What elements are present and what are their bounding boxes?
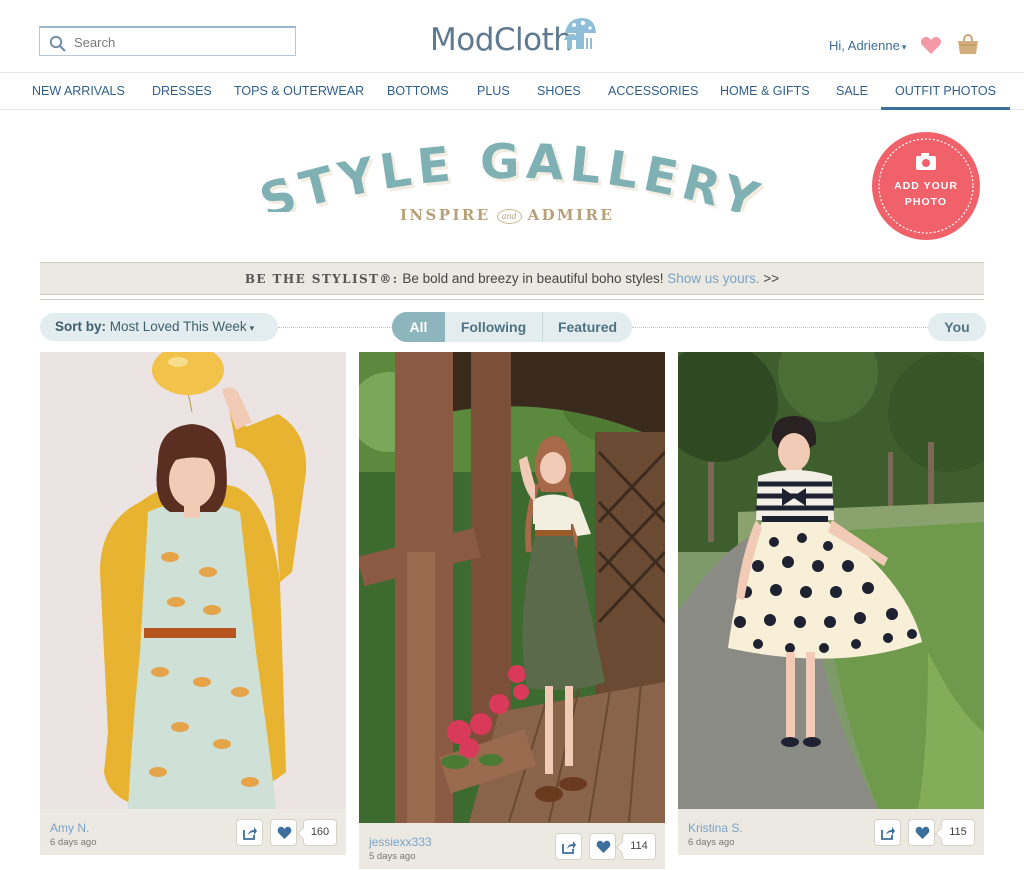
- you-filter-button[interactable]: You: [928, 313, 986, 341]
- nav-outfit-photos[interactable]: OUTFIT PHOTOS: [881, 73, 1010, 110]
- search-icon: [49, 35, 66, 52]
- nav-home-gifts[interactable]: HOME & GIFTS: [720, 73, 810, 110]
- svg-text:STYLE GALLERY: STYLE GALLERY: [254, 134, 771, 212]
- banner-lead: BE THE STYLIST®:: [244, 272, 399, 286]
- user-greeting: Hi, Adrienne: [829, 38, 900, 53]
- search-input[interactable]: [74, 33, 284, 51]
- share-button[interactable]: [874, 819, 901, 846]
- dotted-divider: [278, 327, 392, 328]
- nav-shoes[interactable]: SHOES: [537, 73, 581, 110]
- love-button[interactable]: [589, 833, 616, 860]
- modcloth-logo[interactable]: ModCloth: [430, 16, 600, 62]
- post-age: 5 days ago: [369, 851, 416, 862]
- heart-icon: [915, 826, 930, 839]
- site-header: ModCloth Hi, Adrienne▾: [0, 0, 1024, 72]
- user-menu[interactable]: Hi, Adrienne ▾: [829, 38, 906, 53]
- chevron-down-icon: ▾: [249, 323, 255, 333]
- author-link[interactable]: Kristina S.: [688, 821, 743, 835]
- nav-accessories[interactable]: ACCESSORIES: [608, 73, 698, 110]
- stylist-banner: BE THE STYLIST®: Be bold and breezy in b…: [40, 262, 984, 295]
- photo-woman-green-skirt-porch: [359, 352, 665, 823]
- share-icon: [881, 827, 895, 840]
- tab-following[interactable]: Following: [445, 312, 542, 342]
- filter-tabs: All Following Featured: [392, 312, 632, 342]
- divider: [40, 299, 984, 300]
- share-icon: [562, 841, 576, 854]
- share-button[interactable]: [555, 833, 582, 860]
- search-box[interactable]: [39, 26, 296, 56]
- chevron-down-icon: ▾: [901, 42, 907, 52]
- card-footer: Kristina S. 6 days ago 115: [678, 809, 984, 855]
- tagline-right: ADMIRE: [527, 206, 615, 224]
- love-count: 114: [622, 833, 656, 860]
- nav-plus[interactable]: PLUS: [477, 73, 510, 110]
- main-nav: NEW ARRIVALS DRESSES TOPS & OUTERWEAR BO…: [0, 72, 1024, 110]
- share-icon: [243, 827, 257, 840]
- show-us-yours-link[interactable]: Show us yours.: [667, 271, 759, 286]
- card-footer: jessiexx333 5 days ago 114: [359, 823, 665, 869]
- dotted-divider: [632, 327, 928, 328]
- sort-label: Sort by:: [55, 319, 107, 334]
- love-button[interactable]: [270, 819, 297, 846]
- tab-featured[interactable]: Featured: [543, 312, 632, 342]
- author-link[interactable]: jessiexx333: [369, 835, 432, 849]
- outfit-photo[interactable]: [40, 352, 346, 809]
- banner-arrows: >>: [759, 271, 780, 286]
- photo-woman-yellow-cardigan: [40, 352, 346, 809]
- love-button[interactable]: [908, 819, 935, 846]
- nav-dresses[interactable]: DRESSES: [152, 73, 212, 110]
- tagline: INSPIRE and ADMIRE: [400, 206, 614, 224]
- outfit-photo[interactable]: [678, 352, 984, 809]
- tagline-left: INSPIRE: [400, 206, 491, 224]
- heart-icon: [277, 826, 292, 839]
- add-photo-label: ADD YOUR PHOTO: [870, 178, 982, 210]
- nav-new-arrivals[interactable]: NEW ARRIVALS: [32, 73, 125, 110]
- card-footer: Amy N. 6 days ago 160: [40, 809, 346, 855]
- outfit-photo[interactable]: [359, 352, 665, 823]
- photo-woman-polka-dot-skirt: [678, 352, 984, 809]
- nav-bottoms[interactable]: BOTTOMS: [387, 73, 449, 110]
- tagline-and: and: [496, 208, 522, 224]
- post-age: 6 days ago: [688, 837, 735, 848]
- tab-all[interactable]: All: [392, 312, 445, 342]
- sort-value: Most Loved This Week: [109, 319, 247, 334]
- author-link[interactable]: Amy N.: [50, 821, 89, 835]
- add-your-photo-button[interactable]: ADD YOUR PHOTO: [870, 130, 982, 242]
- banner-text: Be bold and breezy in beautiful boho sty…: [398, 271, 668, 286]
- heart-icon[interactable]: [920, 36, 942, 55]
- love-count: 160: [303, 819, 337, 846]
- heart-icon: [596, 840, 611, 853]
- mushroom-icon: [564, 18, 596, 49]
- love-count: 115: [941, 819, 975, 846]
- add-photo-line1: ADD YOUR: [894, 180, 958, 192]
- add-photo-line2: PHOTO: [904, 196, 948, 208]
- logo-text: ModCloth: [430, 22, 573, 58]
- shopping-bag-icon[interactable]: [957, 33, 979, 55]
- gallery-title-text: STYLE GALLERY: [254, 134, 765, 212]
- nav-tops-outerwear[interactable]: TOPS & OUTERWEAR: [234, 73, 364, 110]
- sort-dropdown[interactable]: Sort by: Most Loved This Week ▾: [40, 313, 278, 341]
- nav-sale[interactable]: SALE: [836, 73, 868, 110]
- share-button[interactable]: [236, 819, 263, 846]
- post-age: 6 days ago: [50, 837, 97, 848]
